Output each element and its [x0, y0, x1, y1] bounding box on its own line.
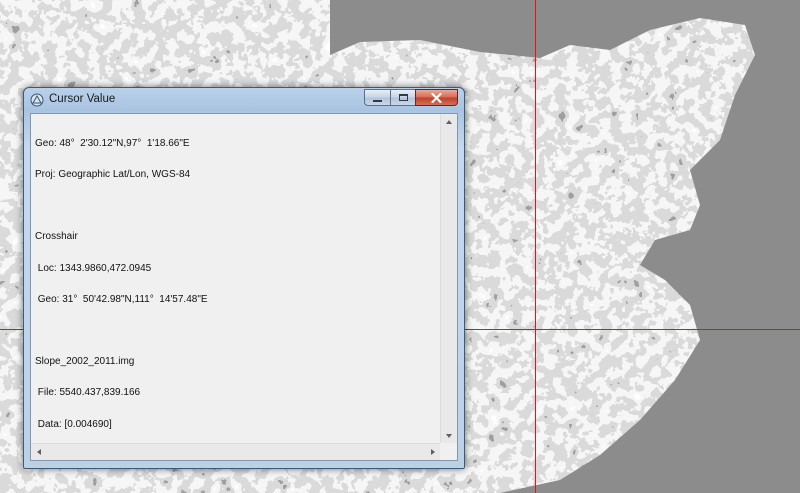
caption-buttons	[364, 89, 458, 107]
close-button[interactable]	[415, 89, 458, 106]
scrollbar-corner	[440, 443, 457, 460]
crosshair-loc-line: Loc: 1343.9860,472.0945	[35, 262, 152, 274]
envi-cursor-icon	[30, 93, 44, 107]
window-title: Cursor Value	[49, 93, 116, 105]
minimize-button[interactable]	[364, 89, 390, 106]
cursor-value-text[interactable]: Geo: 48° 2'30.12"N,97° 1'18.66"E Proj: G…	[35, 118, 441, 440]
title-bar[interactable]: Cursor Value	[24, 88, 464, 112]
maximize-icon	[398, 94, 408, 101]
data-value-line: Data: [0.004690]	[35, 418, 112, 430]
scroll-down-icon[interactable]	[446, 434, 452, 438]
scroll-up-icon[interactable]	[446, 120, 452, 124]
file-coords-line: File: 5540.437,839.166	[35, 387, 141, 399]
scroll-right-icon[interactable]	[431, 449, 435, 455]
geo-line: Geo: 48° 2'30.12"N,97° 1'18.66"E	[35, 137, 190, 149]
crosshair-geo-line: Geo: 31° 50'42.98"N,111° 14'57.48"E	[35, 293, 208, 305]
crosshair-vertical-line	[535, 0, 536, 493]
vertical-scrollbar[interactable]	[440, 114, 457, 444]
cursor-value-panel: Geo: 48° 2'30.12"N,97° 1'18.66"E Proj: G…	[30, 113, 458, 461]
crosshair-heading: Crosshair	[35, 231, 78, 243]
file-name-line: Slope_2002_2011.img	[35, 356, 135, 368]
scroll-left-icon[interactable]	[37, 449, 41, 455]
close-icon	[431, 92, 442, 103]
cursor-value-window[interactable]: Cursor Value Geo: 48° 2'30.12"N,97° 1'18…	[23, 87, 465, 469]
projection-line: Proj: Geographic Lat/Lon, WGS-84	[35, 169, 191, 181]
minimize-icon	[373, 99, 382, 102]
horizontal-scrollbar[interactable]	[31, 443, 441, 460]
maximize-button[interactable]	[390, 89, 415, 106]
